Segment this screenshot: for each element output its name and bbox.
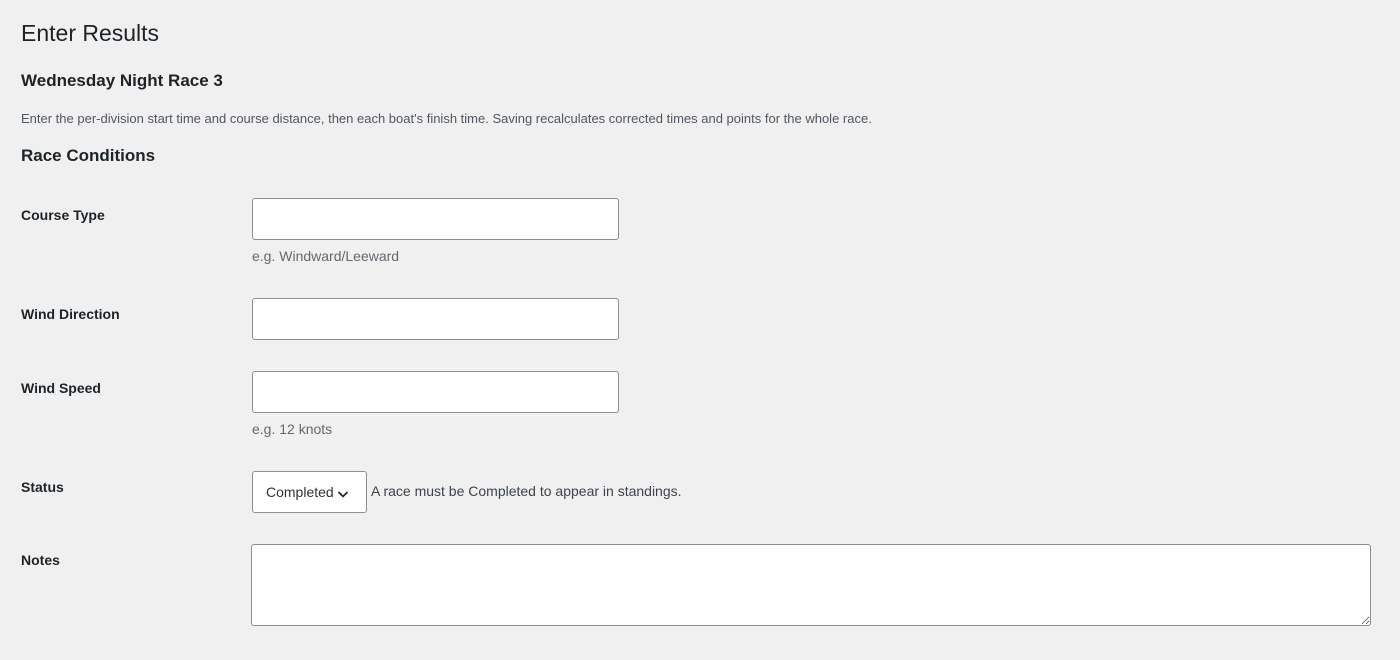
wind-speed-hint: e.g. 12 knots — [252, 421, 333, 437]
chevron-down-icon — [337, 487, 349, 499]
status-note: A race must be Completed to appear in st… — [371, 483, 682, 499]
status-select[interactable]: Completed — [252, 471, 367, 513]
wind-speed-label: Wind Speed — [21, 380, 101, 396]
page-description: Enter the per-division start time and co… — [21, 111, 872, 126]
course-type-label: Course Type — [21, 207, 105, 223]
status-label: Status — [21, 479, 64, 495]
wind-direction-input[interactable] — [252, 298, 619, 340]
race-conditions-heading: Race Conditions — [21, 146, 156, 165]
course-type-input[interactable] — [252, 198, 619, 240]
course-type-hint: e.g. Windward/Leeward — [252, 248, 400, 264]
page-title: Enter Results — [21, 20, 160, 46]
race-name-heading: Wednesday Night Race 3 — [21, 71, 223, 90]
status-select-value: Completed — [266, 484, 334, 500]
wind-direction-label: Wind Direction — [21, 306, 120, 322]
wind-speed-input[interactable] — [252, 371, 619, 413]
notes-textarea[interactable] — [251, 544, 1371, 626]
notes-label: Notes — [21, 552, 60, 568]
